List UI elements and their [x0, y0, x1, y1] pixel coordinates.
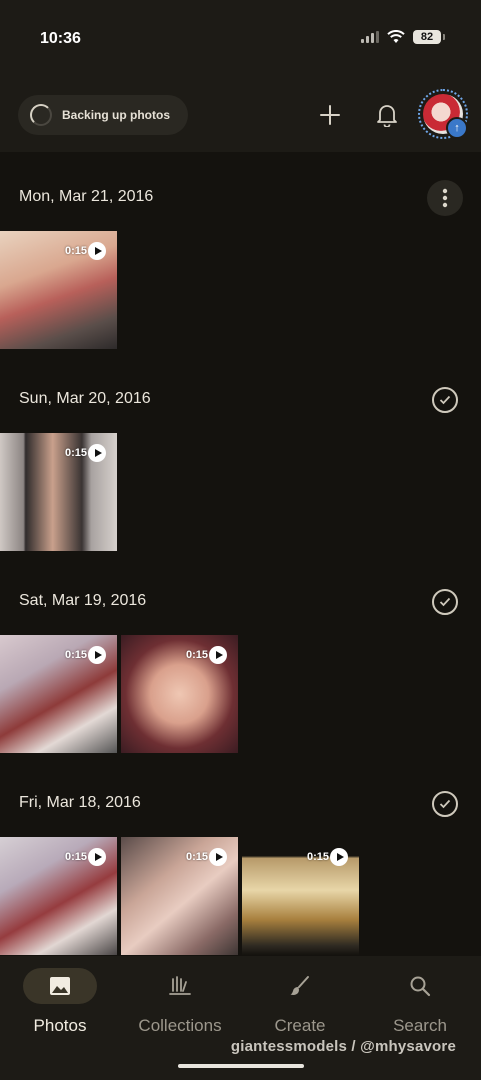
video-thumbnail[interactable]: 0:15	[0, 635, 117, 753]
play-icon	[88, 242, 106, 260]
nav-label: Collections	[138, 1016, 222, 1035]
photo-feed[interactable]: Mon, Mar 21, 2016 0:15 Sun, Mar 20, 2016…	[0, 152, 481, 956]
video-thumbnail[interactable]: 0:15	[0, 837, 117, 955]
thumbnail-row: 0:15 0:15 0:15	[0, 837, 359, 955]
play-icon	[330, 848, 348, 866]
video-duration: 0:15	[64, 649, 87, 661]
day-date-label: Fri, Mar 18, 2016	[19, 794, 141, 811]
day-date-label: Mon, Mar 21, 2016	[19, 188, 154, 205]
nav-label: Create	[274, 1016, 326, 1035]
watermark-text: giantessmodels / @mhysavore	[230, 1038, 456, 1055]
nav-tab-search[interactable]: Search	[360, 968, 480, 1048]
wifi-icon	[387, 30, 405, 43]
video-thumbnail[interactable]: 0:15	[121, 837, 238, 955]
photo-icon	[50, 977, 70, 995]
day-header: Mon, Mar 21, 2016	[0, 162, 481, 222]
top-app-bar: Backing up photos ↑	[0, 80, 481, 152]
select-day-button[interactable]	[427, 786, 463, 822]
backup-status-label: Backing up photos	[62, 108, 170, 122]
play-icon	[88, 444, 106, 462]
status-icons: 82	[361, 30, 445, 44]
play-icon	[88, 646, 106, 664]
plus-icon	[320, 105, 340, 125]
day-header: Sat, Mar 19, 2016	[0, 566, 481, 626]
status-time: 10:36	[40, 30, 81, 47]
day-date-label: Sat, Mar 19, 2016	[19, 592, 147, 609]
home-indicator[interactable]	[178, 1064, 304, 1068]
battery-indicator: 82	[413, 30, 445, 44]
check-circle-icon	[432, 387, 458, 413]
nav-label: Search	[393, 1016, 447, 1035]
bottom-navigation: Photos Collections Create Search	[0, 956, 481, 1080]
video-duration: 0:15	[185, 649, 208, 661]
more-options-button[interactable]	[427, 180, 463, 216]
nav-tab-photos[interactable]: Photos	[0, 968, 120, 1048]
check-circle-icon	[432, 791, 458, 817]
day-header: Fri, Mar 18, 2016	[0, 768, 481, 828]
day-header: Sun, Mar 20, 2016	[0, 364, 481, 424]
video-thumbnail[interactable]: 0:15	[0, 433, 117, 551]
status-bar: 10:36 82	[0, 0, 481, 80]
video-duration: 0:15	[64, 245, 87, 257]
collections-icon	[169, 976, 191, 995]
play-icon	[209, 848, 227, 866]
nav-label: Photos	[33, 1016, 87, 1035]
video-thumbnail[interactable]: 0:15	[242, 837, 359, 955]
video-duration: 0:15	[306, 851, 329, 863]
select-day-button[interactable]	[427, 382, 463, 418]
video-duration: 0:15	[64, 447, 87, 459]
video-duration: 0:15	[185, 851, 208, 863]
brush-icon	[290, 976, 309, 995]
more-vert-icon	[442, 188, 448, 208]
nav-active-pill	[23, 968, 97, 1004]
nav-tab-create[interactable]: Create	[240, 968, 360, 1048]
search-icon	[410, 976, 431, 997]
video-thumbnail[interactable]: 0:15	[0, 231, 117, 349]
account-avatar-button[interactable]: ↑	[418, 89, 468, 139]
thumbnail-row: 0:15 0:15	[0, 635, 238, 753]
notifications-button[interactable]	[372, 100, 402, 130]
video-duration: 0:15	[64, 851, 87, 863]
bell-icon	[377, 105, 397, 127]
backup-status-chip[interactable]: Backing up photos	[18, 95, 188, 135]
check-circle-icon	[432, 589, 458, 615]
upload-arrow-icon: ↑	[446, 117, 468, 139]
add-button[interactable]	[315, 100, 345, 130]
day-date-label: Sun, Mar 20, 2016	[19, 390, 151, 407]
select-day-button[interactable]	[427, 584, 463, 620]
play-icon	[209, 646, 227, 664]
video-thumbnail[interactable]: 0:15	[121, 635, 238, 753]
thumbnail-row: 0:15	[0, 433, 117, 551]
play-icon	[88, 848, 106, 866]
backup-progress-icon	[30, 104, 52, 126]
signal-icon	[361, 31, 379, 43]
nav-tab-collections[interactable]: Collections	[120, 968, 240, 1048]
thumbnail-row: 0:15	[0, 231, 117, 349]
